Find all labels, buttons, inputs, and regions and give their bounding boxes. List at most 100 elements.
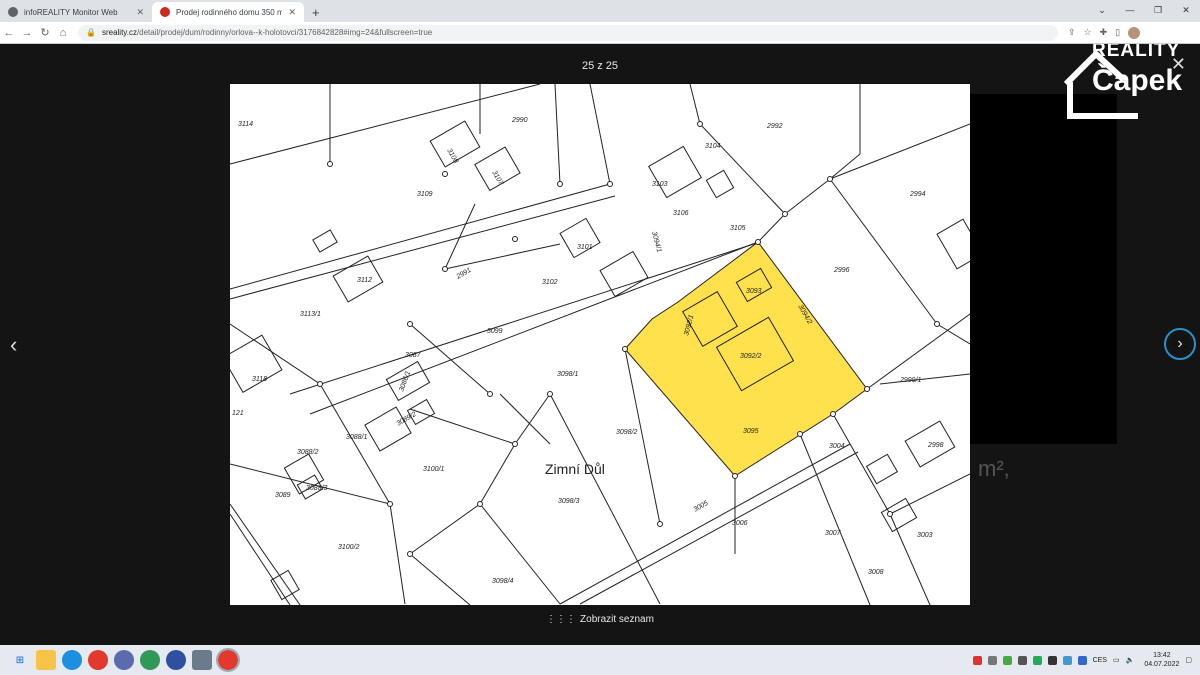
- parcel-label: 3100/1: [423, 466, 445, 473]
- address-bar[interactable]: 🔒 sreality.cz/detail/prodej/dum/rodinny/…: [78, 24, 1058, 41]
- close-viewer-icon[interactable]: ✕: [1171, 54, 1186, 75]
- parcel-label: 3105: [730, 225, 746, 232]
- home-icon[interactable]: ⌂: [54, 27, 72, 39]
- tray-icon[interactable]: [1032, 655, 1042, 665]
- parcel-label: 3092/2: [740, 353, 762, 360]
- app-icon[interactable]: [140, 650, 160, 670]
- file-explorer-icon[interactable]: [36, 650, 56, 670]
- parcel-label: 3003: [917, 532, 933, 539]
- reload-icon[interactable]: ↻: [36, 26, 54, 39]
- grid-icon: ⋮⋮⋮: [546, 614, 577, 625]
- calculator-icon[interactable]: [192, 650, 212, 670]
- image-counter: 25 z 25: [581, 60, 619, 72]
- parcel-label: 3113/1: [300, 311, 321, 318]
- steam-icon[interactable]: [1047, 655, 1057, 665]
- parcel-label: 3088/3: [306, 485, 328, 492]
- parcel-label: 3114: [238, 121, 253, 128]
- url-domain: sreality.cz: [101, 28, 137, 37]
- tray-icon[interactable]: [1002, 655, 1012, 665]
- parcel-label: 3094/1: [650, 231, 662, 254]
- clock[interactable]: 13:42 04.07.2022: [1144, 651, 1179, 669]
- tab-inforeality[interactable]: infoREALITY Monitor Web ✕: [0, 2, 152, 22]
- globe-icon: [8, 7, 18, 17]
- tab-sreality[interactable]: Prodej rodinného domu 350 m² ✕: [152, 2, 304, 22]
- parcel-label: 3098/2: [616, 429, 638, 436]
- tray-icon[interactable]: [1017, 655, 1027, 665]
- close-tab-icon[interactable]: ✕: [288, 7, 296, 18]
- app-icon[interactable]: [166, 650, 186, 670]
- tray-icon[interactable]: [1062, 655, 1072, 665]
- parcel-label: 2994: [909, 191, 926, 198]
- back-icon[interactable]: ←: [0, 27, 18, 39]
- image-viewer: m², 25 z 25 REALITY Čapek ✕ ‹ › 3114 299…: [0, 44, 1200, 645]
- parcel-label: 3118: [252, 376, 267, 383]
- parcel-label: 3089: [275, 492, 291, 499]
- parcel-label: 2998: [927, 442, 944, 449]
- parcel-label: 3095: [743, 428, 759, 435]
- forward-icon[interactable]: →: [18, 27, 36, 39]
- parcel-label: 3104: [705, 143, 721, 150]
- parcel-label: 3101: [577, 244, 593, 251]
- language-indicator[interactable]: CES: [1093, 657, 1107, 664]
- next-image-button[interactable]: ›: [1164, 328, 1196, 360]
- parcel-label: 3100/2: [338, 544, 360, 551]
- show-list-label: Zobrazit seznam: [580, 614, 654, 625]
- parcel-label: 3005: [693, 500, 710, 514]
- parcel-label: 2991: [455, 267, 473, 281]
- parcel-label: 3107: [490, 170, 504, 188]
- close-tab-icon[interactable]: ✕: [136, 7, 144, 18]
- parcel-label: 121: [232, 410, 244, 417]
- parcel-label: 2990: [511, 117, 528, 124]
- chrome-icon[interactable]: [88, 650, 108, 670]
- parcel-label: 3112: [357, 277, 372, 284]
- extensions-icon[interactable]: ✚: [1100, 27, 1108, 39]
- volume-icon[interactable]: 🔈: [1126, 656, 1135, 664]
- show-list-button[interactable]: ⋮⋮⋮ Zobrazit seznam: [0, 614, 1200, 625]
- parcel-label: 3098/1: [557, 371, 579, 378]
- restore-icon[interactable]: ❐: [1144, 0, 1172, 22]
- chrome-active-icon[interactable]: [216, 648, 240, 672]
- notification-icon[interactable]: ▢: [1185, 656, 1192, 664]
- browser-tab-strip: infoREALITY Monitor Web ✕ Prodej rodinné…: [0, 0, 1200, 22]
- app-icon[interactable]: [114, 650, 134, 670]
- edge-icon[interactable]: [62, 650, 82, 670]
- bluetooth-icon[interactable]: [1077, 655, 1087, 665]
- background-area-text: m²,: [978, 456, 1010, 481]
- parcel-label: 3087: [405, 352, 422, 359]
- parcel-label: 3108: [445, 148, 459, 165]
- tab-title: infoREALITY Monitor Web: [24, 7, 118, 17]
- parcel-label: 3098/4: [492, 578, 514, 585]
- sidebar-icon[interactable]: ▯: [1115, 27, 1120, 39]
- minimize-icon[interactable]: —: [1116, 0, 1144, 22]
- parcel-label: 2996: [833, 267, 850, 274]
- parcel-label: 3093: [746, 288, 762, 295]
- parcel-label: 3008: [868, 569, 884, 576]
- parcel-label: 2999/1: [899, 377, 922, 384]
- tray-icon[interactable]: [987, 655, 997, 665]
- windows-taskbar: ⊞ CES ▭ 🔈 13:42 04.07.2022 ▢: [0, 645, 1200, 675]
- windows-start-icon[interactable]: ⊞: [10, 650, 30, 670]
- parcel-label: 3004: [829, 443, 845, 450]
- browser-toolbar: ← → ↻ ⌂ 🔒 sreality.cz/detail/prodej/dum/…: [0, 22, 1200, 44]
- avatar[interactable]: [1128, 26, 1141, 39]
- bookmark-star-icon[interactable]: ☆: [1084, 27, 1092, 39]
- parcel-label: 3088/1: [346, 434, 368, 441]
- cadastral-map: 3114 2990 3108 3107 3109 3104 2992 3103 …: [230, 84, 970, 605]
- parcel-label: 3088/2: [297, 449, 319, 456]
- cadastral-map-image: 3114 2990 3108 3107 3109 3104 2992 3103 …: [230, 84, 970, 605]
- previous-image-icon[interactable]: ‹: [10, 332, 17, 358]
- lock-icon[interactable]: 🔒: [86, 28, 96, 37]
- share-icon[interactable]: ⇪: [1068, 27, 1076, 39]
- tray-icon[interactable]: [972, 655, 982, 665]
- tab-search-icon[interactable]: ⌄: [1088, 0, 1116, 22]
- toolbar-icons: ⇪ ☆ ✚ ▯: [1068, 26, 1141, 39]
- place-name-label: Zimní Důl: [545, 461, 605, 477]
- parcel-label: 3109: [417, 191, 433, 198]
- close-window-icon[interactable]: ✕: [1172, 0, 1200, 22]
- window-controls: ⌄ — ❐ ✕: [1088, 0, 1200, 22]
- display-icon[interactable]: ▭: [1113, 656, 1120, 664]
- new-tab-button[interactable]: +: [304, 2, 328, 22]
- parcel-label: 3007: [825, 530, 842, 537]
- parcel-label: 3006: [732, 520, 748, 527]
- clock-time: 13:42: [1153, 652, 1171, 659]
